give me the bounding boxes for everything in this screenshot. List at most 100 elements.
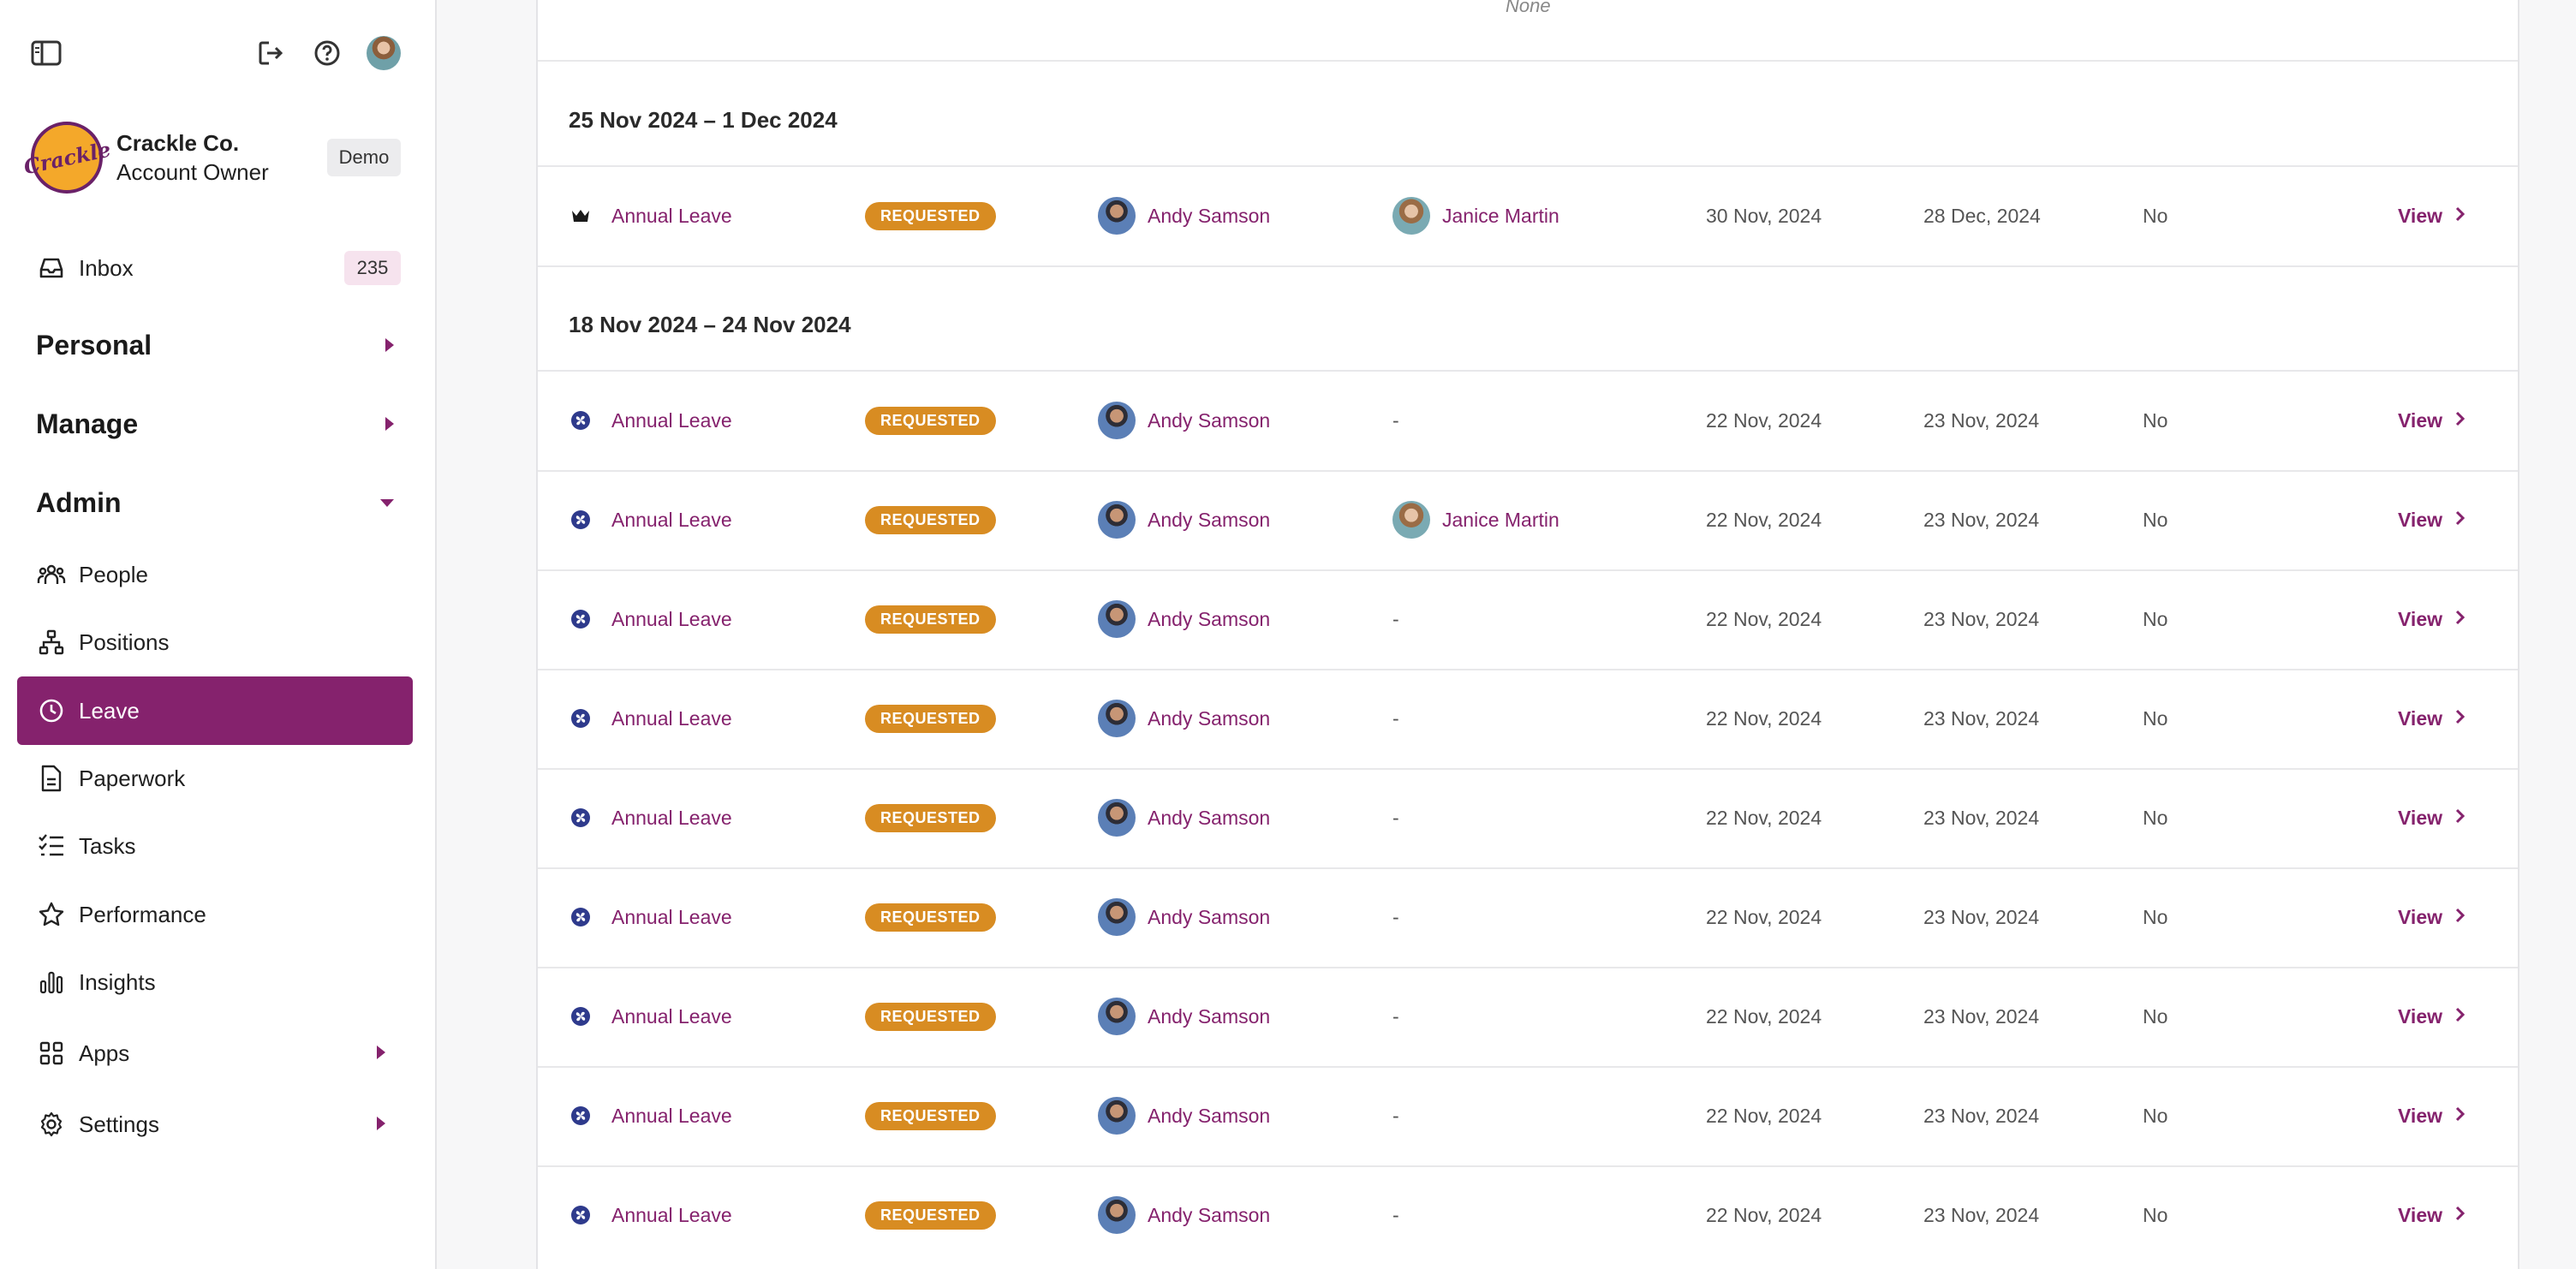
table-row[interactable]: Annual Leave REQUESTED Andy Samson Janic… bbox=[538, 470, 2518, 569]
approver-name: Janice Martin bbox=[1442, 204, 1559, 227]
employee-avatar bbox=[1098, 1097, 1136, 1135]
employee-link[interactable]: Andy Samson bbox=[1098, 867, 1270, 967]
leave-type-link[interactable]: Annual Leave bbox=[611, 371, 732, 470]
start-date: 22 Nov, 2024 bbox=[1706, 408, 1822, 432]
employee-name: Andy Samson bbox=[1148, 607, 1271, 630]
table-row[interactable]: Annual Leave REQUESTED Andy Samson - 22 … bbox=[538, 967, 2518, 1066]
employee-avatar bbox=[1098, 501, 1136, 539]
employee-link[interactable]: Andy Samson bbox=[1098, 1066, 1270, 1165]
user-avatar[interactable] bbox=[367, 36, 401, 70]
leave-type-link[interactable]: Annual Leave bbox=[611, 967, 732, 1066]
leave-type-link[interactable]: Annual Leave bbox=[611, 768, 732, 867]
employee-name: Andy Samson bbox=[1148, 1004, 1271, 1028]
table-row[interactable]: Annual Leave REQUESTED Andy Samson Janic… bbox=[538, 166, 2518, 265]
leave-type-link[interactable]: Annual Leave bbox=[611, 669, 732, 768]
end-date: 28 Dec, 2024 bbox=[1923, 204, 2041, 227]
leave-type-link[interactable]: Annual Leave bbox=[611, 867, 732, 967]
table-row[interactable]: Annual Leave REQUESTED Andy Samson - 22 … bbox=[538, 669, 2518, 768]
nav-section-admin[interactable]: Admin bbox=[36, 481, 396, 524]
start-date: 22 Nov, 2024 bbox=[1706, 1203, 1822, 1226]
employee-avatar bbox=[1098, 700, 1136, 737]
demo-badge: Demo bbox=[327, 139, 401, 176]
view-button[interactable]: View bbox=[2398, 669, 2466, 768]
table-row[interactable]: Annual Leave REQUESTED Andy Samson - 22 … bbox=[538, 768, 2518, 867]
view-button[interactable]: View bbox=[2398, 867, 2466, 967]
nav-leave[interactable]: Leave bbox=[17, 676, 413, 745]
view-button[interactable]: View bbox=[2398, 1165, 2466, 1265]
view-button[interactable]: View bbox=[2398, 470, 2466, 569]
nav-settings[interactable]: Settings bbox=[17, 1090, 413, 1159]
start-date: 22 Nov, 2024 bbox=[1706, 1004, 1822, 1028]
fan-icon bbox=[569, 967, 593, 1066]
nav-tasks[interactable]: Tasks bbox=[17, 812, 413, 880]
nav-people[interactable]: People bbox=[17, 540, 413, 609]
leave-type-link[interactable]: Annual Leave bbox=[611, 166, 732, 265]
view-button[interactable]: View bbox=[2398, 371, 2466, 470]
employee-avatar bbox=[1098, 600, 1136, 638]
nav-insights[interactable]: Insights bbox=[17, 948, 413, 1016]
gear-icon bbox=[36, 1109, 67, 1140]
leave-type-link[interactable]: Annual Leave bbox=[611, 569, 732, 669]
approver-link[interactable]: Janice Martin bbox=[1392, 166, 1559, 265]
end-date: 23 Nov, 2024 bbox=[1923, 607, 2040, 630]
chevron-right-icon bbox=[2442, 807, 2466, 830]
half-day-value: No bbox=[2143, 905, 2168, 928]
org-logo: Crackle bbox=[21, 122, 112, 194]
nav-paperwork[interactable]: Paperwork bbox=[17, 744, 413, 813]
logout-icon[interactable] bbox=[252, 34, 289, 72]
employee-link[interactable]: Andy Samson bbox=[1098, 967, 1270, 1066]
approver-avatar bbox=[1392, 197, 1430, 235]
help-icon[interactable] bbox=[308, 34, 346, 72]
nav-positions[interactable]: Positions bbox=[17, 608, 413, 676]
view-button[interactable]: View bbox=[2398, 166, 2466, 265]
people-icon bbox=[36, 559, 67, 590]
status-badge: REQUESTED bbox=[865, 967, 996, 1066]
employee-link[interactable]: Andy Samson bbox=[1098, 166, 1270, 265]
employee-link[interactable]: Andy Samson bbox=[1098, 669, 1270, 768]
approver-link[interactable]: Janice Martin bbox=[1392, 470, 1559, 569]
nav-paperwork-label: Paperwork bbox=[79, 765, 186, 791]
half-day-value: No bbox=[2143, 806, 2168, 829]
start-date: 22 Nov, 2024 bbox=[1706, 1104, 1822, 1127]
table-row[interactable]: Annual Leave REQUESTED Andy Samson - 22 … bbox=[538, 371, 2518, 470]
approver-empty: - bbox=[1392, 607, 1399, 630]
divider bbox=[538, 60, 2518, 62]
leave-type-link[interactable]: Annual Leave bbox=[611, 470, 732, 569]
view-button[interactable]: View bbox=[2398, 967, 2466, 1066]
nav-section-manage[interactable]: Manage bbox=[36, 402, 396, 445]
table-row[interactable]: Annual Leave REQUESTED Andy Samson - 22 … bbox=[538, 867, 2518, 967]
view-button[interactable]: View bbox=[2398, 1066, 2466, 1165]
fan-icon bbox=[569, 371, 593, 470]
employee-link[interactable]: Andy Samson bbox=[1098, 1165, 1270, 1265]
table-row[interactable]: Annual Leave REQUESTED Andy Samson - 22 … bbox=[538, 1165, 2518, 1265]
employee-link[interactable]: Andy Samson bbox=[1098, 371, 1270, 470]
employee-link[interactable]: Andy Samson bbox=[1098, 768, 1270, 867]
approver-empty: - bbox=[1392, 806, 1399, 829]
status-badge-text: REQUESTED bbox=[865, 803, 996, 832]
caret-right-icon bbox=[375, 1040, 387, 1067]
employee-link[interactable]: Andy Samson bbox=[1098, 470, 1270, 569]
leave-type-link[interactable]: Annual Leave bbox=[611, 1165, 732, 1265]
status-badge-text: REQUESTED bbox=[865, 505, 996, 534]
nav-inbox[interactable]: Inbox 235 bbox=[17, 234, 413, 302]
view-button[interactable]: View bbox=[2398, 768, 2466, 867]
employee-link[interactable]: Andy Samson bbox=[1098, 569, 1270, 669]
nav-performance[interactable]: Performance bbox=[17, 880, 413, 949]
leave-type-link[interactable]: Annual Leave bbox=[611, 1066, 732, 1165]
status-badge: REQUESTED bbox=[865, 470, 996, 569]
view-button-label: View bbox=[2398, 1104, 2442, 1127]
table-row[interactable]: Annual Leave REQUESTED Andy Samson - 22 … bbox=[538, 1066, 2518, 1165]
nav-apps[interactable]: Apps bbox=[17, 1019, 413, 1087]
approver-empty: - bbox=[1392, 706, 1399, 730]
divider bbox=[538, 265, 2518, 267]
half-day-value: No bbox=[2143, 1203, 2168, 1226]
nav-section-personal[interactable]: Personal bbox=[36, 324, 396, 366]
empty-placeholder-text: None bbox=[1506, 0, 1551, 16]
org-switcher[interactable]: Crackle Crackle Co. Account Owner Demo bbox=[21, 122, 408, 195]
half-day-value: No bbox=[2143, 204, 2168, 227]
view-button[interactable]: View bbox=[2398, 569, 2466, 669]
sidebar-toggle-icon[interactable] bbox=[27, 34, 65, 72]
week-group-header: 18 Nov 2024 – 24 Nov 2024 bbox=[569, 312, 851, 337]
half-day-value: No bbox=[2143, 1004, 2168, 1028]
table-row[interactable]: Annual Leave REQUESTED Andy Samson - 22 … bbox=[538, 569, 2518, 669]
